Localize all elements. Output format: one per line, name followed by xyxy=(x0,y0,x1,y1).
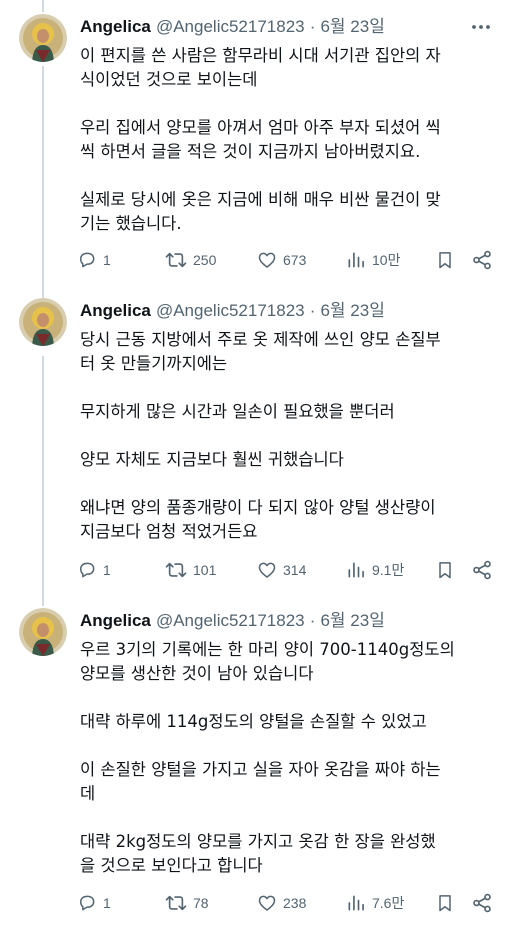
share-button[interactable] xyxy=(471,557,493,583)
author-handle[interactable]: @Angelic52171823 xyxy=(156,611,305,630)
tweet-header: Angelica @Angelic52171823 · 6월 23일 xyxy=(80,300,494,324)
retweet-button[interactable]: 101 xyxy=(165,557,216,583)
tweet-date[interactable]: 6월 23일 xyxy=(320,17,384,36)
text-line: 기는 했습니다. xyxy=(80,214,182,233)
retweet-count: 78 xyxy=(193,895,209,911)
author-handle[interactable]: @Angelic52171823 xyxy=(156,301,305,320)
reply-button[interactable]: 1 xyxy=(77,557,111,583)
thread-line xyxy=(42,0,44,12)
more-dots-icon[interactable] xyxy=(468,16,494,38)
tweet-header: Angelica @Angelic52171823 · 6월 23일 xyxy=(80,16,494,40)
share-icon xyxy=(473,893,491,913)
text-line: 무지하게 많은 시간과 일손이 필요했을 뿐더러 xyxy=(80,402,395,421)
reply-icon xyxy=(80,562,95,578)
avatar[interactable] xyxy=(19,298,67,346)
text-line: 터 옷 만들기까지에는 xyxy=(80,354,228,373)
share-icon xyxy=(473,250,491,270)
retweet-icon xyxy=(165,252,187,268)
text-line: 지금보다 엄청 적었거든요 xyxy=(80,522,258,541)
reply-button[interactable]: 1 xyxy=(77,890,111,916)
tweet[interactable]: Angelica @Angelic52171823 · 6월 23일 당시 근동… xyxy=(0,298,512,598)
text-line: 씩 하면서 글을 적은 것이 지금까지 남아버렸지요. xyxy=(80,142,421,161)
reply-icon xyxy=(80,252,95,268)
separator: · xyxy=(309,301,316,320)
views-icon xyxy=(348,895,364,911)
retweet-icon xyxy=(165,562,187,578)
share-button[interactable] xyxy=(471,247,493,273)
author-name[interactable]: Angelica xyxy=(80,301,151,320)
text-line: 대략 하루에 114g정도의 양털을 손질할 수 있었고 xyxy=(80,712,427,731)
text-line: 우리 집에서 양모를 아껴서 엄마 아주 부자 되셨어 씩 xyxy=(80,118,441,137)
retweet-count: 250 xyxy=(193,252,217,268)
text-line: 이 손질한 양털을 가지고 실을 자아 옷감을 짜야 하는 xyxy=(80,760,441,779)
action-bar: 1 250 673 10만 xyxy=(77,247,497,273)
action-bar: 1 78 238 7.6만 xyxy=(77,890,497,916)
bookmark-button[interactable] xyxy=(435,247,455,273)
reply-count: 1 xyxy=(103,562,111,578)
text-line: 양모를 생산한 것이 남아 있습니다 xyxy=(80,664,314,683)
bookmark-button[interactable] xyxy=(435,890,455,916)
author-handle[interactable]: @Angelic52171823 xyxy=(156,17,305,36)
views-icon xyxy=(348,562,364,578)
text-line: 우르 3기의 기록에는 한 마리 양이 700-1140g정도의 xyxy=(80,640,455,659)
bookmark-button[interactable] xyxy=(435,557,455,583)
views-button[interactable]: 9.1만 xyxy=(346,557,404,583)
text-line: 양모 자체도 지금보다 훨씬 귀했습니다 xyxy=(80,450,344,469)
author-name[interactable]: Angelica xyxy=(80,17,151,36)
tweet-text: 당시 근동 지방에서 주로 옷 제작에 쓰인 양모 손질부 터 옷 만들기까지에… xyxy=(80,328,500,544)
reply-icon xyxy=(80,895,95,911)
bookmark-icon xyxy=(439,252,451,269)
like-count: 673 xyxy=(283,252,307,268)
views-button[interactable]: 10만 xyxy=(346,247,400,273)
text-line: 당시 근동 지방에서 주로 옷 제작에 쓰인 양모 손질부 xyxy=(80,330,441,349)
like-button[interactable]: 314 xyxy=(257,557,306,583)
views-count: 7.6만 xyxy=(372,895,405,911)
views-icon xyxy=(348,252,364,268)
retweet-count: 101 xyxy=(193,562,217,578)
reply-count: 1 xyxy=(103,895,111,911)
bookmark-icon xyxy=(439,895,451,912)
retweet-button[interactable]: 250 xyxy=(165,247,216,273)
text-line: 식이었던 것으로 보이는데 xyxy=(80,70,258,89)
tweet-date[interactable]: 6월 23일 xyxy=(320,611,384,630)
tweet[interactable]: Angelica @Angelic52171823 · 6월 23일 이 편지를… xyxy=(0,14,512,284)
reply-button[interactable]: 1 xyxy=(77,247,111,273)
share-button[interactable] xyxy=(471,890,493,916)
tweet-text: 이 편지를 쓴 사람은 함무라비 시대 서기관 집안의 자 식이었던 것으로 보… xyxy=(80,44,500,236)
avatar[interactable] xyxy=(19,608,67,656)
reply-count: 1 xyxy=(103,252,111,268)
avatar[interactable] xyxy=(19,14,67,62)
bookmark-icon xyxy=(439,562,451,579)
separator: · xyxy=(309,17,316,36)
action-bar: 1 101 314 9.1만 xyxy=(77,557,497,583)
share-icon xyxy=(473,560,491,580)
text-line: 데 xyxy=(80,784,96,803)
author-name[interactable]: Angelica xyxy=(80,611,151,630)
views-count: 10만 xyxy=(372,252,401,268)
like-count: 314 xyxy=(283,562,307,578)
text-line: 왜냐면 양의 품종개량이 다 되지 않아 양털 생산량이 xyxy=(80,498,436,517)
like-count: 238 xyxy=(283,895,307,911)
tweet[interactable]: Angelica @Angelic52171823 · 6월 23일 우르 3기… xyxy=(0,608,512,931)
like-button[interactable]: 673 xyxy=(257,247,306,273)
tweet-header: Angelica @Angelic52171823 · 6월 23일 xyxy=(80,610,494,634)
heart-icon xyxy=(258,252,276,268)
text-line: 이 편지를 쓴 사람은 함무라비 시대 서기관 집안의 자 xyxy=(80,46,441,65)
views-button[interactable]: 7.6만 xyxy=(346,890,404,916)
tweet-text: 우르 3기의 기록에는 한 마리 양이 700-1140g정도의 양모를 생산한… xyxy=(80,638,500,878)
separator: · xyxy=(309,611,316,630)
heart-icon xyxy=(258,562,276,578)
retweet-icon xyxy=(165,895,187,911)
tweet-date[interactable]: 6월 23일 xyxy=(320,301,384,320)
text-line: 대략 2kg정도의 양모를 가지고 옷감 한 장을 완성했 xyxy=(80,832,436,851)
like-button[interactable]: 238 xyxy=(257,890,306,916)
retweet-button[interactable]: 78 xyxy=(165,890,209,916)
text-line: 실제로 당시에 옷은 지금에 비해 매우 비싼 물건이 맞 xyxy=(80,190,441,209)
text-line: 을 것으로 보인다고 합니다 xyxy=(80,856,263,875)
heart-icon xyxy=(258,895,276,911)
views-count: 9.1만 xyxy=(372,562,405,578)
